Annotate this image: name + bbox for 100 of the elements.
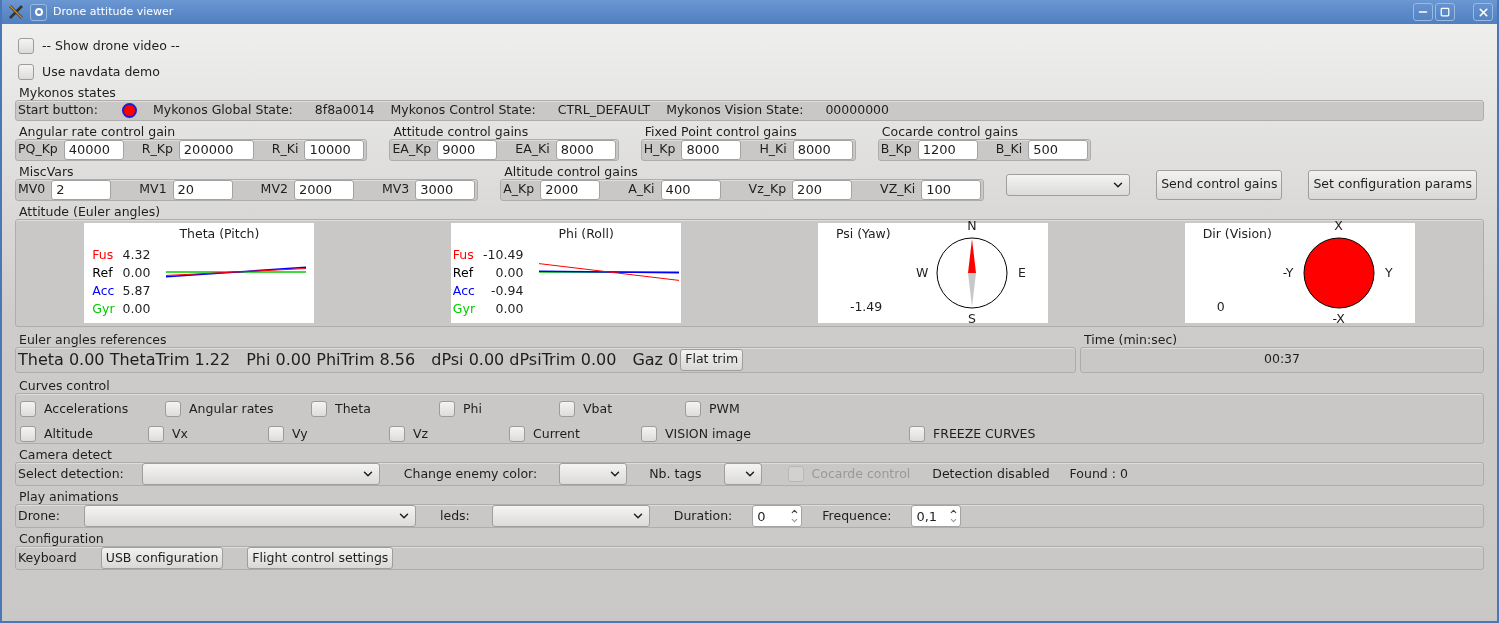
field-label: R_Ki bbox=[271, 140, 299, 159]
checkbox-label: Theta bbox=[335, 399, 371, 418]
checkbox[interactable] bbox=[268, 425, 284, 442]
plot-value: -1.49 bbox=[848, 298, 884, 316]
checkbox-label: VISION image bbox=[665, 424, 751, 443]
push-button[interactable]: Flat trim bbox=[680, 348, 744, 371]
push-button[interactable]: Flight control settings bbox=[247, 547, 394, 570]
checkbox[interactable] bbox=[509, 425, 525, 442]
push-button[interactable]: USB configuration bbox=[100, 547, 224, 570]
field-label: Vz_Kp bbox=[748, 180, 787, 199]
state-label: Mykonos Control State: bbox=[390, 101, 536, 119]
reading-value: 5.87 bbox=[122, 281, 151, 300]
detection-status: Detection disabled bbox=[932, 464, 1050, 483]
reference-values: Gaz 0 bbox=[632, 348, 679, 371]
checkbox[interactable] bbox=[311, 401, 327, 418]
push-button[interactable]: Send control gains bbox=[1156, 169, 1283, 200]
state-label: Mykonos Vision State: bbox=[666, 101, 804, 119]
input-field[interactable]: 500 bbox=[1028, 139, 1089, 160]
input-field[interactable]: 8000 bbox=[681, 139, 742, 160]
dropdown[interactable] bbox=[559, 463, 628, 486]
input-field[interactable]: 2000 bbox=[293, 179, 354, 200]
checkbox[interactable] bbox=[20, 425, 36, 442]
dropdown[interactable] bbox=[723, 463, 762, 486]
checkbox[interactable] bbox=[148, 425, 164, 442]
keyboard-label: Keyboard bbox=[18, 548, 77, 567]
input-field[interactable]: 2000 bbox=[540, 179, 601, 200]
input-field[interactable]: 400 bbox=[660, 179, 721, 200]
input-field[interactable]: 2 bbox=[51, 179, 112, 200]
checkbox[interactable] bbox=[685, 401, 701, 418]
checkbox-label: PWM bbox=[709, 399, 740, 418]
spin-box[interactable]: 0 bbox=[752, 505, 803, 528]
reading-label: Gyr bbox=[452, 299, 476, 318]
minimize-button[interactable] bbox=[1413, 3, 1433, 21]
checkbox[interactable] bbox=[641, 425, 657, 442]
field-label: MV1 bbox=[139, 180, 167, 199]
input-field[interactable]: 100 bbox=[921, 179, 982, 200]
spin-box[interactable]: 0,1 bbox=[911, 505, 962, 528]
status-led-icon bbox=[121, 102, 137, 118]
field-label: EA_Ki bbox=[515, 140, 550, 159]
input-field[interactable]: 8000 bbox=[792, 139, 853, 160]
maximize-button[interactable] bbox=[1435, 3, 1455, 21]
input-field[interactable]: 20 bbox=[172, 179, 233, 200]
group-title: Altitude control gains bbox=[503, 164, 639, 179]
dial-mark: -Y bbox=[1282, 266, 1294, 279]
checkbox[interactable] bbox=[559, 401, 575, 418]
checkbox[interactable] bbox=[20, 401, 36, 418]
dropdown[interactable] bbox=[141, 463, 380, 486]
reference-values: Phi 0.00 PhiTrim 8.56 bbox=[246, 348, 416, 371]
group-title: Attitude (Euler angles) bbox=[18, 204, 162, 219]
dropdown[interactable] bbox=[1006, 173, 1131, 196]
maximize-icon bbox=[1440, 7, 1450, 17]
checkbox-label: Vz bbox=[413, 424, 429, 443]
start-label: Start button: bbox=[18, 101, 98, 119]
found-count: Found : 0 bbox=[1069, 464, 1128, 483]
checkbox[interactable] bbox=[18, 38, 34, 54]
dropdown[interactable] bbox=[83, 505, 416, 528]
reading-label: Acc bbox=[452, 281, 476, 300]
reading-label: Gyr bbox=[92, 299, 115, 318]
input-field[interactable]: 8000 bbox=[555, 139, 616, 160]
group-title: Mykonos states bbox=[18, 86, 117, 100]
field-label: PQ_Kp bbox=[18, 140, 58, 159]
field-label: MV3 bbox=[381, 180, 410, 199]
input-field[interactable]: 3000 bbox=[415, 179, 476, 200]
state-value: CTRL_DEFAULT bbox=[557, 101, 651, 119]
input-field[interactable]: 1200 bbox=[917, 139, 978, 160]
field-label: A_Kp bbox=[503, 180, 535, 199]
input-field[interactable]: 9000 bbox=[437, 139, 498, 160]
field-label: VZ_Ki bbox=[880, 180, 916, 199]
checkbox[interactable] bbox=[165, 401, 181, 418]
group-title: Camera detect bbox=[18, 448, 114, 463]
reading-label: Fus bbox=[92, 245, 115, 264]
group-title: MiscVars bbox=[18, 164, 75, 179]
dial-mark: N bbox=[967, 219, 977, 233]
window-menu-icon[interactable] bbox=[30, 3, 47, 21]
input-field[interactable]: 200000 bbox=[178, 139, 254, 160]
checkbox[interactable] bbox=[18, 64, 34, 80]
checkbox[interactable] bbox=[439, 401, 455, 418]
reading-label: Acc bbox=[92, 281, 115, 300]
reading-label: Ref bbox=[452, 263, 475, 282]
close-button[interactable] bbox=[1473, 3, 1493, 21]
input-field[interactable]: 200 bbox=[792, 179, 853, 200]
dropdown[interactable] bbox=[491, 505, 650, 528]
checkbox-label: Current bbox=[533, 424, 580, 443]
field-label: R_Kp bbox=[141, 140, 173, 159]
dial-mark: Y bbox=[1385, 266, 1393, 279]
input-field[interactable]: 10000 bbox=[304, 139, 365, 160]
input-field[interactable]: 40000 bbox=[63, 139, 124, 160]
field-label: MV2 bbox=[260, 180, 288, 199]
reading-label: Ref bbox=[92, 263, 114, 282]
group-title: Euler angles references bbox=[18, 332, 168, 347]
plot-title: Theta (Pitch) bbox=[179, 224, 260, 243]
dial-mark: -X bbox=[1332, 313, 1345, 326]
close-icon bbox=[1476, 5, 1490, 19]
group-title: Cocarde control gains bbox=[880, 124, 1019, 139]
checkbox[interactable] bbox=[909, 425, 925, 442]
push-button[interactable]: Set configuration params bbox=[1308, 169, 1477, 200]
field-label: Nb. tags bbox=[649, 464, 702, 483]
reading-value: 0.00 bbox=[122, 263, 151, 282]
checkbox[interactable] bbox=[389, 425, 405, 442]
group-title: Angular rate control gain bbox=[18, 124, 177, 139]
